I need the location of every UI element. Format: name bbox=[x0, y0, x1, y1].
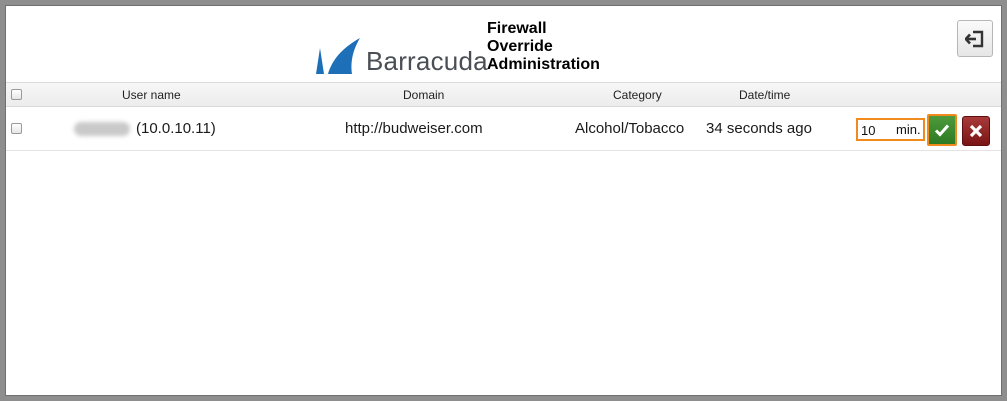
duration-field: min. bbox=[856, 118, 925, 141]
title-line: Firewall bbox=[487, 20, 547, 37]
table-header: User name Domain Category Date/time bbox=[6, 82, 1001, 107]
select-all-checkbox[interactable] bbox=[11, 89, 22, 100]
table-row: (10.0.10.11) http://budweiser.com Alcoho… bbox=[6, 107, 1001, 151]
deny-button[interactable] bbox=[962, 116, 990, 146]
title-line: Override bbox=[487, 38, 553, 55]
domain-cell: http://budweiser.com bbox=[345, 120, 483, 137]
close-icon bbox=[969, 124, 983, 138]
page-title: Firewall Override Administration bbox=[487, 20, 600, 74]
logo-text: Barracuda bbox=[366, 46, 488, 76]
duration-input[interactable] bbox=[861, 122, 891, 138]
checkmark-icon bbox=[934, 124, 950, 137]
screen-backdrop: Barracuda Firewall Override Administrati… bbox=[0, 0, 1007, 401]
duration-unit: min. bbox=[896, 122, 921, 137]
column-header-category[interactable]: Category bbox=[613, 88, 662, 102]
row-checkbox[interactable] bbox=[11, 123, 22, 134]
barracuda-fin-icon bbox=[316, 38, 360, 74]
datetime-cell: 34 seconds ago bbox=[706, 120, 812, 137]
header: Barracuda Firewall Override Administrati… bbox=[6, 6, 1001, 82]
logout-button[interactable] bbox=[957, 20, 993, 57]
column-header-datetime[interactable]: Date/time bbox=[739, 88, 790, 102]
override-admin-window: Barracuda Firewall Override Administrati… bbox=[5, 5, 1002, 396]
sign-out-icon bbox=[965, 30, 984, 47]
column-header-username[interactable]: User name bbox=[122, 88, 181, 102]
barracuda-logo: Barracuda bbox=[314, 30, 488, 76]
column-header-domain[interactable]: Domain bbox=[403, 88, 444, 102]
title-line: Administration bbox=[487, 56, 600, 73]
redacted-username bbox=[74, 122, 130, 136]
user-ip: (10.0.10.11) bbox=[136, 120, 216, 137]
approve-button[interactable] bbox=[927, 114, 957, 146]
category-cell: Alcohol/Tobacco bbox=[575, 120, 685, 137]
